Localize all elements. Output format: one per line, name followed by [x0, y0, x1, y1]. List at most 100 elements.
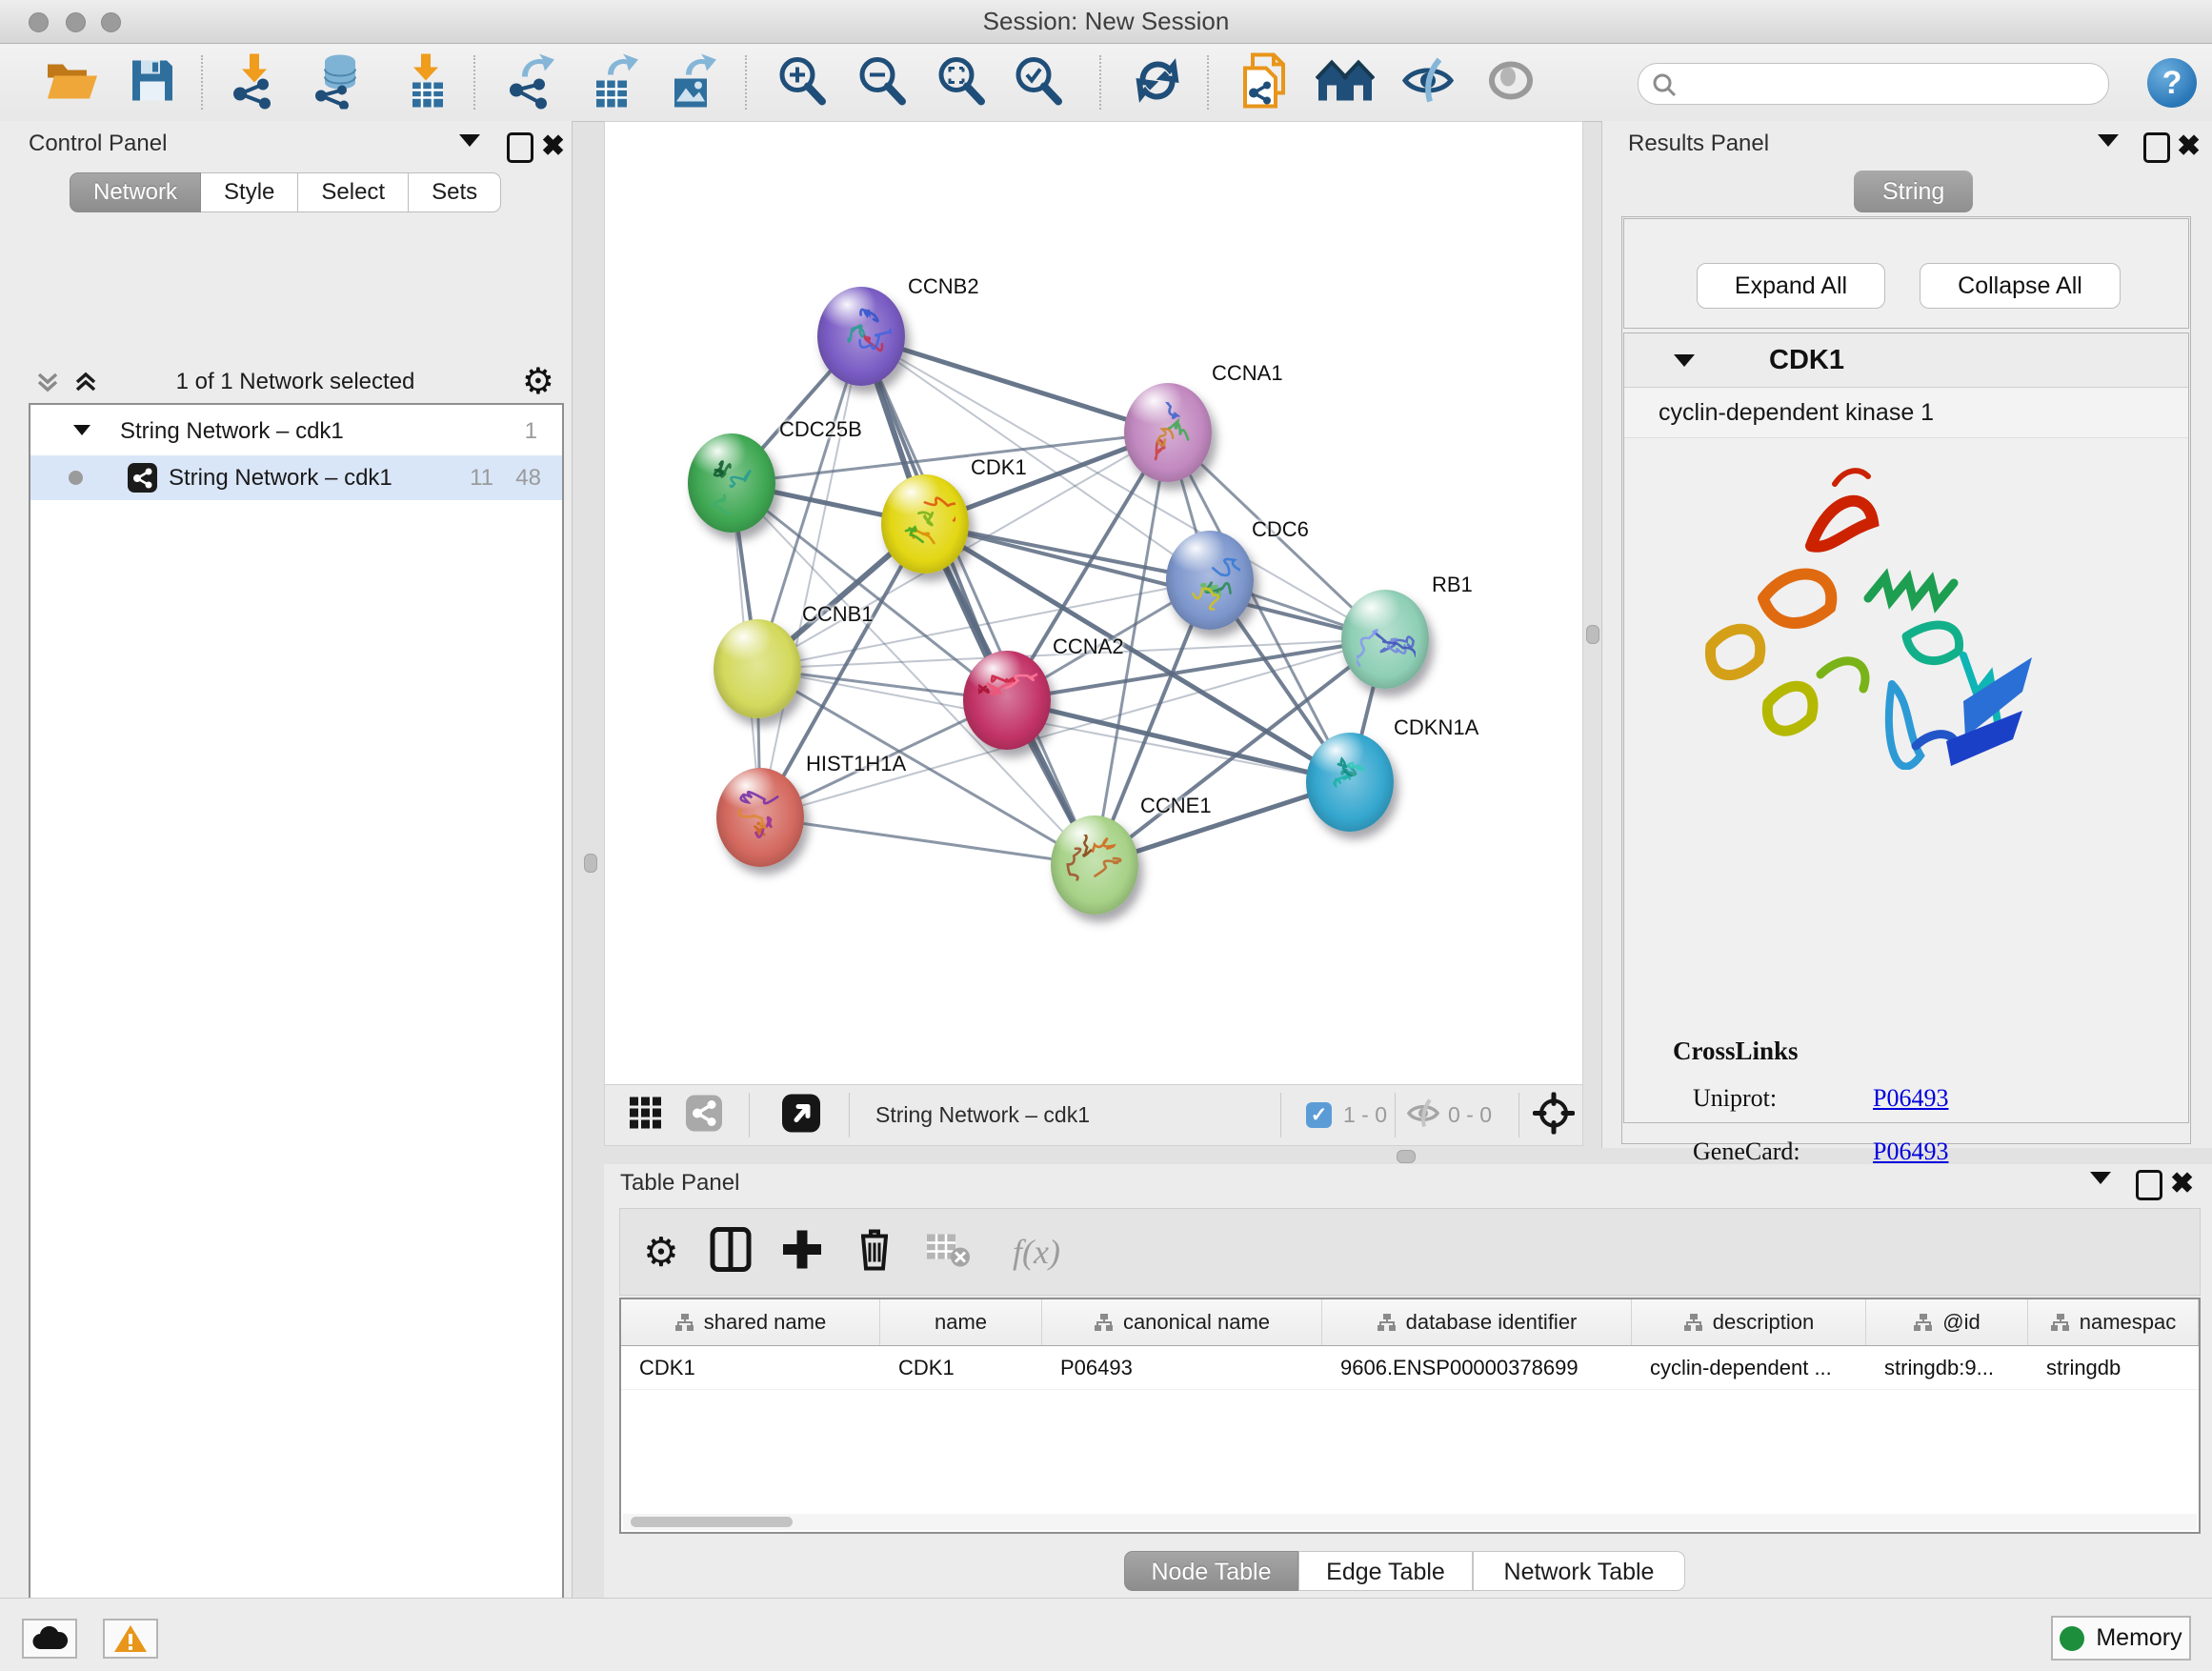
network-node-CCNA1[interactable] — [1124, 383, 1212, 482]
tab-select[interactable]: Select — [298, 172, 409, 212]
add-column-button[interactable] — [781, 1229, 823, 1276]
table-cell[interactable]: cyclin-dependent ... — [1632, 1346, 1866, 1389]
network-node-CDKN1A[interactable] — [1306, 733, 1394, 832]
network-node-RB1[interactable] — [1341, 590, 1429, 689]
first-neighbors-button[interactable] — [1316, 56, 1375, 109]
column-header--id[interactable]: @id — [1866, 1299, 2028, 1345]
search-input[interactable] — [1638, 63, 2109, 105]
save-session-button[interactable] — [129, 56, 176, 109]
export-image-button[interactable] — [667, 51, 718, 113]
import-table-button[interactable] — [405, 51, 449, 113]
network-node-CCNB2[interactable] — [817, 287, 905, 386]
horizontal-splitter-handle[interactable] — [1397, 1150, 1416, 1163]
panel-float-button[interactable] — [2136, 1170, 2168, 1202]
function-builder-button[interactable]: f(x) — [1013, 1232, 1060, 1272]
panel-menu-button[interactable] — [459, 134, 492, 167]
column-header-name[interactable]: name — [880, 1299, 1042, 1345]
refresh-button[interactable] — [1132, 54, 1183, 111]
tab-node-table[interactable]: Node Table — [1124, 1551, 1298, 1591]
export-table-button[interactable] — [589, 51, 640, 113]
column-type-icon — [1913, 1312, 1934, 1333]
network-node-CDC25B[interactable] — [688, 433, 775, 533]
table-settings-gear-button[interactable]: ⚙ — [643, 1229, 679, 1276]
network-options-gear-button[interactable]: ⚙ — [522, 361, 554, 403]
scrollbar-thumb[interactable] — [631, 1517, 793, 1527]
panel-float-button[interactable] — [507, 132, 539, 165]
grid-view-button[interactable] — [628, 1095, 664, 1136]
zoom-fit-button[interactable] — [934, 53, 987, 111]
table-cell[interactable]: stringdb — [2028, 1346, 2199, 1389]
birdseye-view-button[interactable] — [781, 1093, 821, 1137]
tab-network-table[interactable]: Network Table — [1473, 1551, 1685, 1591]
network-tree-row[interactable]: String Network – cdk11 — [30, 409, 562, 453]
delete-table-button[interactable] — [925, 1231, 971, 1274]
column-header-canonical-name[interactable]: canonical name — [1042, 1299, 1322, 1345]
table-cell[interactable]: P06493 — [1042, 1346, 1322, 1389]
file-share-button[interactable] — [1239, 50, 1289, 114]
show-all-button[interactable] — [1486, 56, 1536, 109]
disclosure-triangle-icon[interactable] — [73, 425, 90, 435]
table-cell[interactable]: stringdb:9... — [1866, 1346, 2028, 1389]
network-node-CDC6[interactable] — [1166, 531, 1254, 630]
network-node-CDK1[interactable] — [881, 474, 969, 574]
network-node-CCNB1[interactable] — [714, 619, 801, 718]
warnings-button[interactable] — [103, 1619, 158, 1659]
network-edge[interactable] — [861, 336, 1095, 865]
network-tree-row[interactable]: String Network – cdk11148 — [30, 455, 562, 500]
expand-all-button[interactable]: Expand All — [1697, 263, 1885, 309]
node-details-header[interactable]: CDK1 — [1624, 333, 2188, 388]
hidden-items-eye-icon[interactable] — [1407, 1098, 1439, 1132]
column-header-description[interactable]: description — [1632, 1299, 1866, 1345]
table-row[interactable]: CDK1CDK1P064939606.ENSP00000378699cyclin… — [621, 1346, 2199, 1390]
network-node-CCNE1[interactable] — [1051, 815, 1138, 915]
select-columns-button[interactable] — [710, 1227, 752, 1278]
network-edge[interactable] — [861, 336, 1168, 433]
crosslink-link[interactable]: P06493 — [1873, 1137, 1948, 1166]
help-button[interactable]: ? — [2147, 58, 2197, 108]
panel-close-button[interactable]: ✖ — [541, 134, 573, 167]
table-cell[interactable]: CDK1 — [880, 1346, 1042, 1389]
network-node-CCNA2[interactable] — [963, 651, 1051, 750]
tab-network[interactable]: Network — [70, 172, 201, 212]
network-canvas[interactable]: CCNB2CCNA1CDC25BCDK1CDC6RB1CCNB1CCNA2CDK… — [604, 121, 1583, 1146]
network-node-HIST1H1A[interactable] — [716, 768, 804, 867]
tab-style[interactable]: Style — [201, 172, 298, 212]
network-edge[interactable] — [760, 336, 861, 817]
zoom-out-button[interactable] — [855, 53, 908, 111]
panel-menu-button[interactable] — [2098, 134, 2130, 167]
table-cell[interactable]: CDK1 — [621, 1346, 880, 1389]
export-network-button[interactable] — [505, 51, 556, 113]
delete-column-button[interactable] — [855, 1227, 894, 1278]
panel-close-button[interactable]: ✖ — [2170, 1172, 2202, 1204]
import-network-button[interactable] — [229, 51, 278, 113]
tab-edge-table[interactable]: Edge Table — [1298, 1551, 1473, 1591]
open-file-button[interactable] — [45, 56, 100, 109]
collapse-entry-icon[interactable] — [1674, 354, 1695, 367]
collapse-all-button[interactable]: Collapse All — [1920, 263, 2121, 309]
zoom-selected-button[interactable] — [1011, 53, 1064, 111]
vertical-splitter-handle[interactable] — [1586, 625, 1599, 644]
column-header-database-identifier[interactable]: database identifier — [1322, 1299, 1632, 1345]
selected-items-checkbox[interactable]: ✓ — [1306, 1102, 1332, 1128]
table-horizontal-scrollbar[interactable] — [623, 1514, 2197, 1530]
tab-sets[interactable]: Sets — [409, 172, 501, 212]
panel-menu-button[interactable] — [2090, 1172, 2122, 1204]
network-edge[interactable] — [760, 817, 1095, 865]
panel-float-button[interactable] — [2143, 132, 2176, 165]
tab-string[interactable]: String — [1854, 171, 1973, 212]
column-header-shared-name[interactable]: shared name — [621, 1299, 880, 1345]
panel-close-button[interactable]: ✖ — [2177, 134, 2209, 167]
vertical-splitter-handle[interactable] — [584, 854, 597, 873]
center-view-crosshair-button[interactable] — [1533, 1092, 1575, 1138]
hide-selected-button[interactable] — [1401, 55, 1455, 110]
cloud-status-button[interactable] — [22, 1619, 77, 1659]
crosslink-link[interactable]: P06493 — [1873, 1084, 1948, 1113]
import-database-button[interactable] — [312, 51, 365, 113]
share-view-button[interactable] — [685, 1094, 723, 1137]
zoom-in-button[interactable] — [774, 53, 828, 111]
column-header-namespac[interactable]: namespac — [2028, 1299, 2199, 1345]
network-edge[interactable] — [1007, 700, 1350, 782]
memory-button[interactable]: Memory — [2051, 1616, 2191, 1661]
table-cell[interactable]: 9606.ENSP00000378699 — [1322, 1346, 1632, 1389]
toolbar-separator — [1518, 1093, 1519, 1137]
